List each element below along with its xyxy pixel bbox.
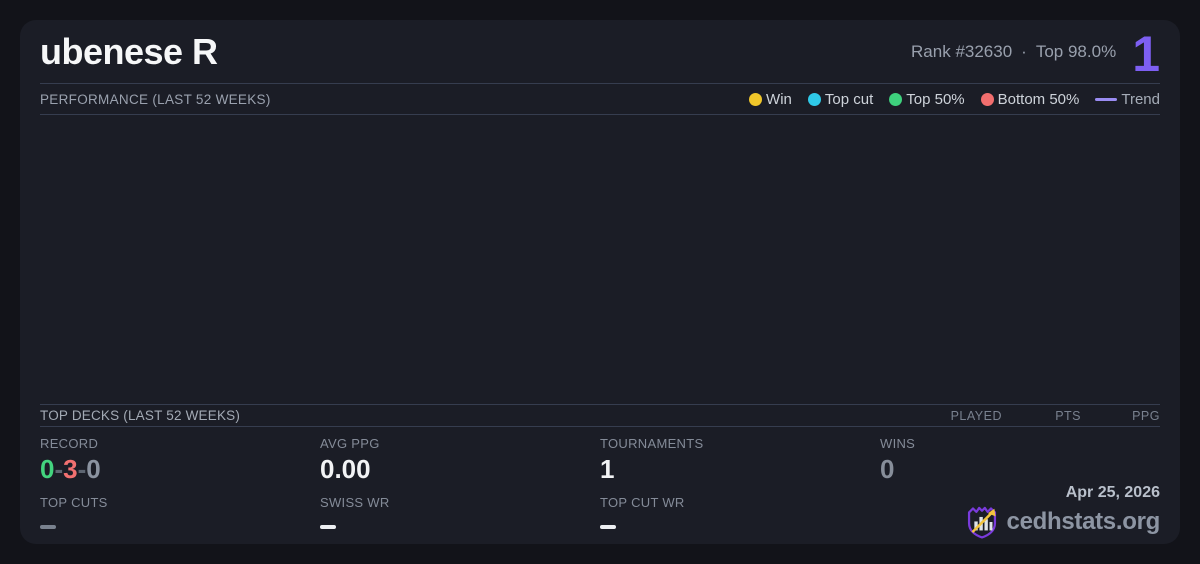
top-decks-columns: PLAYED PTS PPG	[923, 409, 1160, 423]
rank-separator-dot: ·	[1021, 41, 1027, 61]
legend-item-top-50: Top 50%	[889, 90, 965, 108]
record-losses: 3	[63, 454, 78, 485]
win-dot-icon	[749, 92, 763, 106]
legend-item-bottom-50: Bottom 50%	[980, 90, 1080, 108]
legend-item-top-cut: Top cut	[807, 90, 874, 108]
record-dash: -	[54, 454, 64, 485]
top-cut-dot-icon	[807, 92, 821, 106]
top-cuts-label: TOP CUTS	[40, 495, 108, 511]
performance-header: PERFORMANCE (LAST 52 WEEKS) Win Top cut …	[40, 84, 1160, 116]
count-badge: 1	[1132, 25, 1160, 82]
page-background: ubenese R Rank #32630 · Top 98.0% 1 PERF…	[0, 0, 1200, 564]
cedhstats-logo-icon	[964, 504, 1000, 540]
performance-title: PERFORMANCE (LAST 52 WEEKS)	[40, 91, 271, 107]
card-footer: Apr 25, 2026 cedhstats.org	[880, 484, 1160, 540]
record-value: 0-3-0	[40, 455, 320, 484]
legend-label: Top 50%	[906, 90, 965, 108]
top-cut-wr-label: TOP CUT WR	[600, 495, 685, 511]
footer-date: Apr 25, 2026	[1065, 484, 1160, 502]
card-header: ubenese R Rank #32630 · Top 98.0% 1	[40, 20, 1160, 85]
player-name: ubenese R	[40, 30, 218, 72]
avg-ppg-value: 0.00	[320, 454, 371, 485]
record-draws: 0	[86, 454, 101, 485]
top-cut-wr-value-dash: —	[600, 525, 616, 530]
swiss-wr-label: SWISS WR	[320, 495, 390, 511]
column-header-pts: PTS	[1055, 408, 1081, 423]
bottom-50-dot-icon	[980, 92, 994, 106]
rank-line: Rank #32630 · Top 98.0%	[911, 42, 1116, 62]
top-decks-header: TOP DECKS (LAST 52 WEEKS) PLAYED PTS PPG	[40, 405, 1160, 428]
stat-col-tournaments: TOURNAMENTS 1 TOP CUT WR —	[600, 436, 880, 540]
stat-col-wins: WINS 0 Apr 25, 2026 cedhstats.org	[880, 436, 1160, 540]
legend-item-win: Win	[749, 91, 792, 108]
tournaments-label: TOURNAMENTS	[600, 436, 704, 452]
column-header-ppg: PPG	[1132, 408, 1160, 423]
chart-legend: Win Top cut Top 50% Bottom 50% Trend	[749, 91, 1160, 108]
tournaments-value: 1	[600, 454, 615, 485]
legend-label: Win	[766, 90, 792, 108]
performance-chart	[40, 115, 1160, 405]
top-cuts-value-dash: —	[40, 525, 56, 530]
legend-item-trend: Trend	[1095, 91, 1160, 108]
legend-label: Trend	[1121, 90, 1160, 108]
header-right: Rank #32630 · Top 98.0% 1	[911, 25, 1160, 82]
record-dash: -	[77, 454, 87, 485]
swiss-wr-value-dash: —	[320, 525, 336, 530]
wins-label: WINS	[880, 436, 916, 452]
legend-label: Bottom 50%	[997, 90, 1080, 108]
player-stats-card: ubenese R Rank #32630 · Top 98.0% 1 PERF…	[20, 20, 1180, 544]
record-wins: 0	[40, 454, 55, 485]
stat-col-record: RECORD 0-3-0 TOP CUTS —	[40, 436, 320, 540]
stat-col-avg-ppg: AVG PPG 0.00 SWISS WR —	[320, 436, 600, 540]
top-decks-title: TOP DECKS (LAST 52 WEEKS)	[40, 408, 241, 424]
avg-ppg-label: AVG PPG	[320, 436, 380, 452]
column-header-played: PLAYED	[950, 408, 1002, 423]
rank-text: Rank #32630	[911, 41, 1013, 61]
top-percent-text: Top 98.0%	[1035, 41, 1117, 61]
brand-name: cedhstats.org	[1006, 508, 1161, 536]
trend-line-icon	[1095, 97, 1118, 101]
record-label: RECORD	[40, 436, 99, 452]
legend-label: Top cut	[824, 90, 874, 108]
wins-value: 0	[880, 454, 895, 485]
brand-row: cedhstats.org	[964, 504, 1160, 540]
top-50-dot-icon	[889, 92, 903, 106]
stats-grid: RECORD 0-3-0 TOP CUTS — AVG PPG 0.00 SWI…	[40, 427, 1160, 544]
